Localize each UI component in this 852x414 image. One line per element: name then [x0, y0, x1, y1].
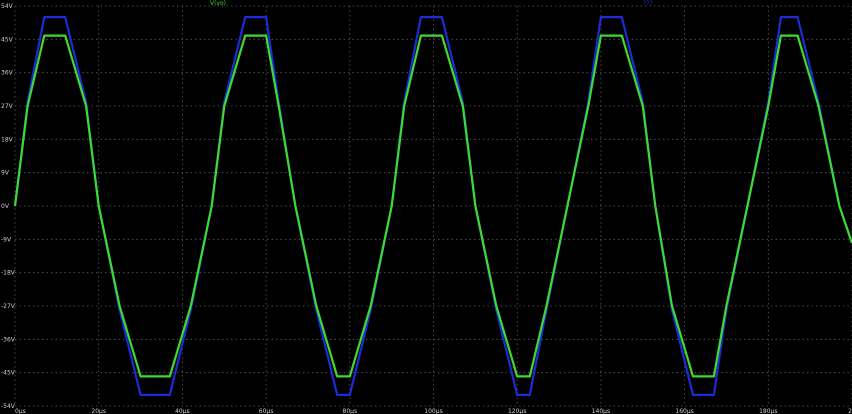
y-tick-label: 45V [1, 36, 14, 43]
y-tick-label: -18V [1, 270, 16, 277]
y-tick-label: 27V [1, 103, 14, 110]
x-tick-label: 2 [848, 408, 852, 414]
y-tick-label: -9V [1, 236, 12, 243]
y-tick-label: 36V [1, 70, 14, 77]
x-tick-label: 0µs [15, 408, 26, 414]
y-tick-label: 0V [1, 203, 10, 210]
y-tick-label: 54V [1, 3, 14, 10]
x-tick-label: 40µs [175, 408, 190, 414]
x-tick-label: 120µs [508, 408, 526, 414]
x-tick-label: 60µs [259, 408, 274, 414]
legend-entry: V(vo) [210, 0, 226, 7]
x-tick-label: 140µs [592, 408, 610, 414]
x-tick-label: 180µs [759, 408, 777, 414]
y-tick-label: 18V [1, 136, 14, 143]
waveform-plot: 54V 45V 36V 27V 18V 9V 0V -9V -18V -27V -36V -45V -5… [0, 0, 852, 414]
y-tick-label: 9V [1, 170, 10, 177]
y-tick-label: -36V [1, 336, 16, 343]
x-tick-label: 100µs [424, 408, 442, 414]
plot-background [0, 0, 852, 414]
y-tick-label: -27V [1, 303, 16, 310]
x-tick-label: 80µs [343, 408, 358, 414]
x-tick-label: 20µs [91, 408, 106, 414]
legend-entry: ??? [643, 0, 653, 7]
y-tick-label: -54V [1, 403, 16, 410]
y-tick-label: -45V [1, 370, 16, 377]
x-tick-label: 160µs [675, 408, 693, 414]
